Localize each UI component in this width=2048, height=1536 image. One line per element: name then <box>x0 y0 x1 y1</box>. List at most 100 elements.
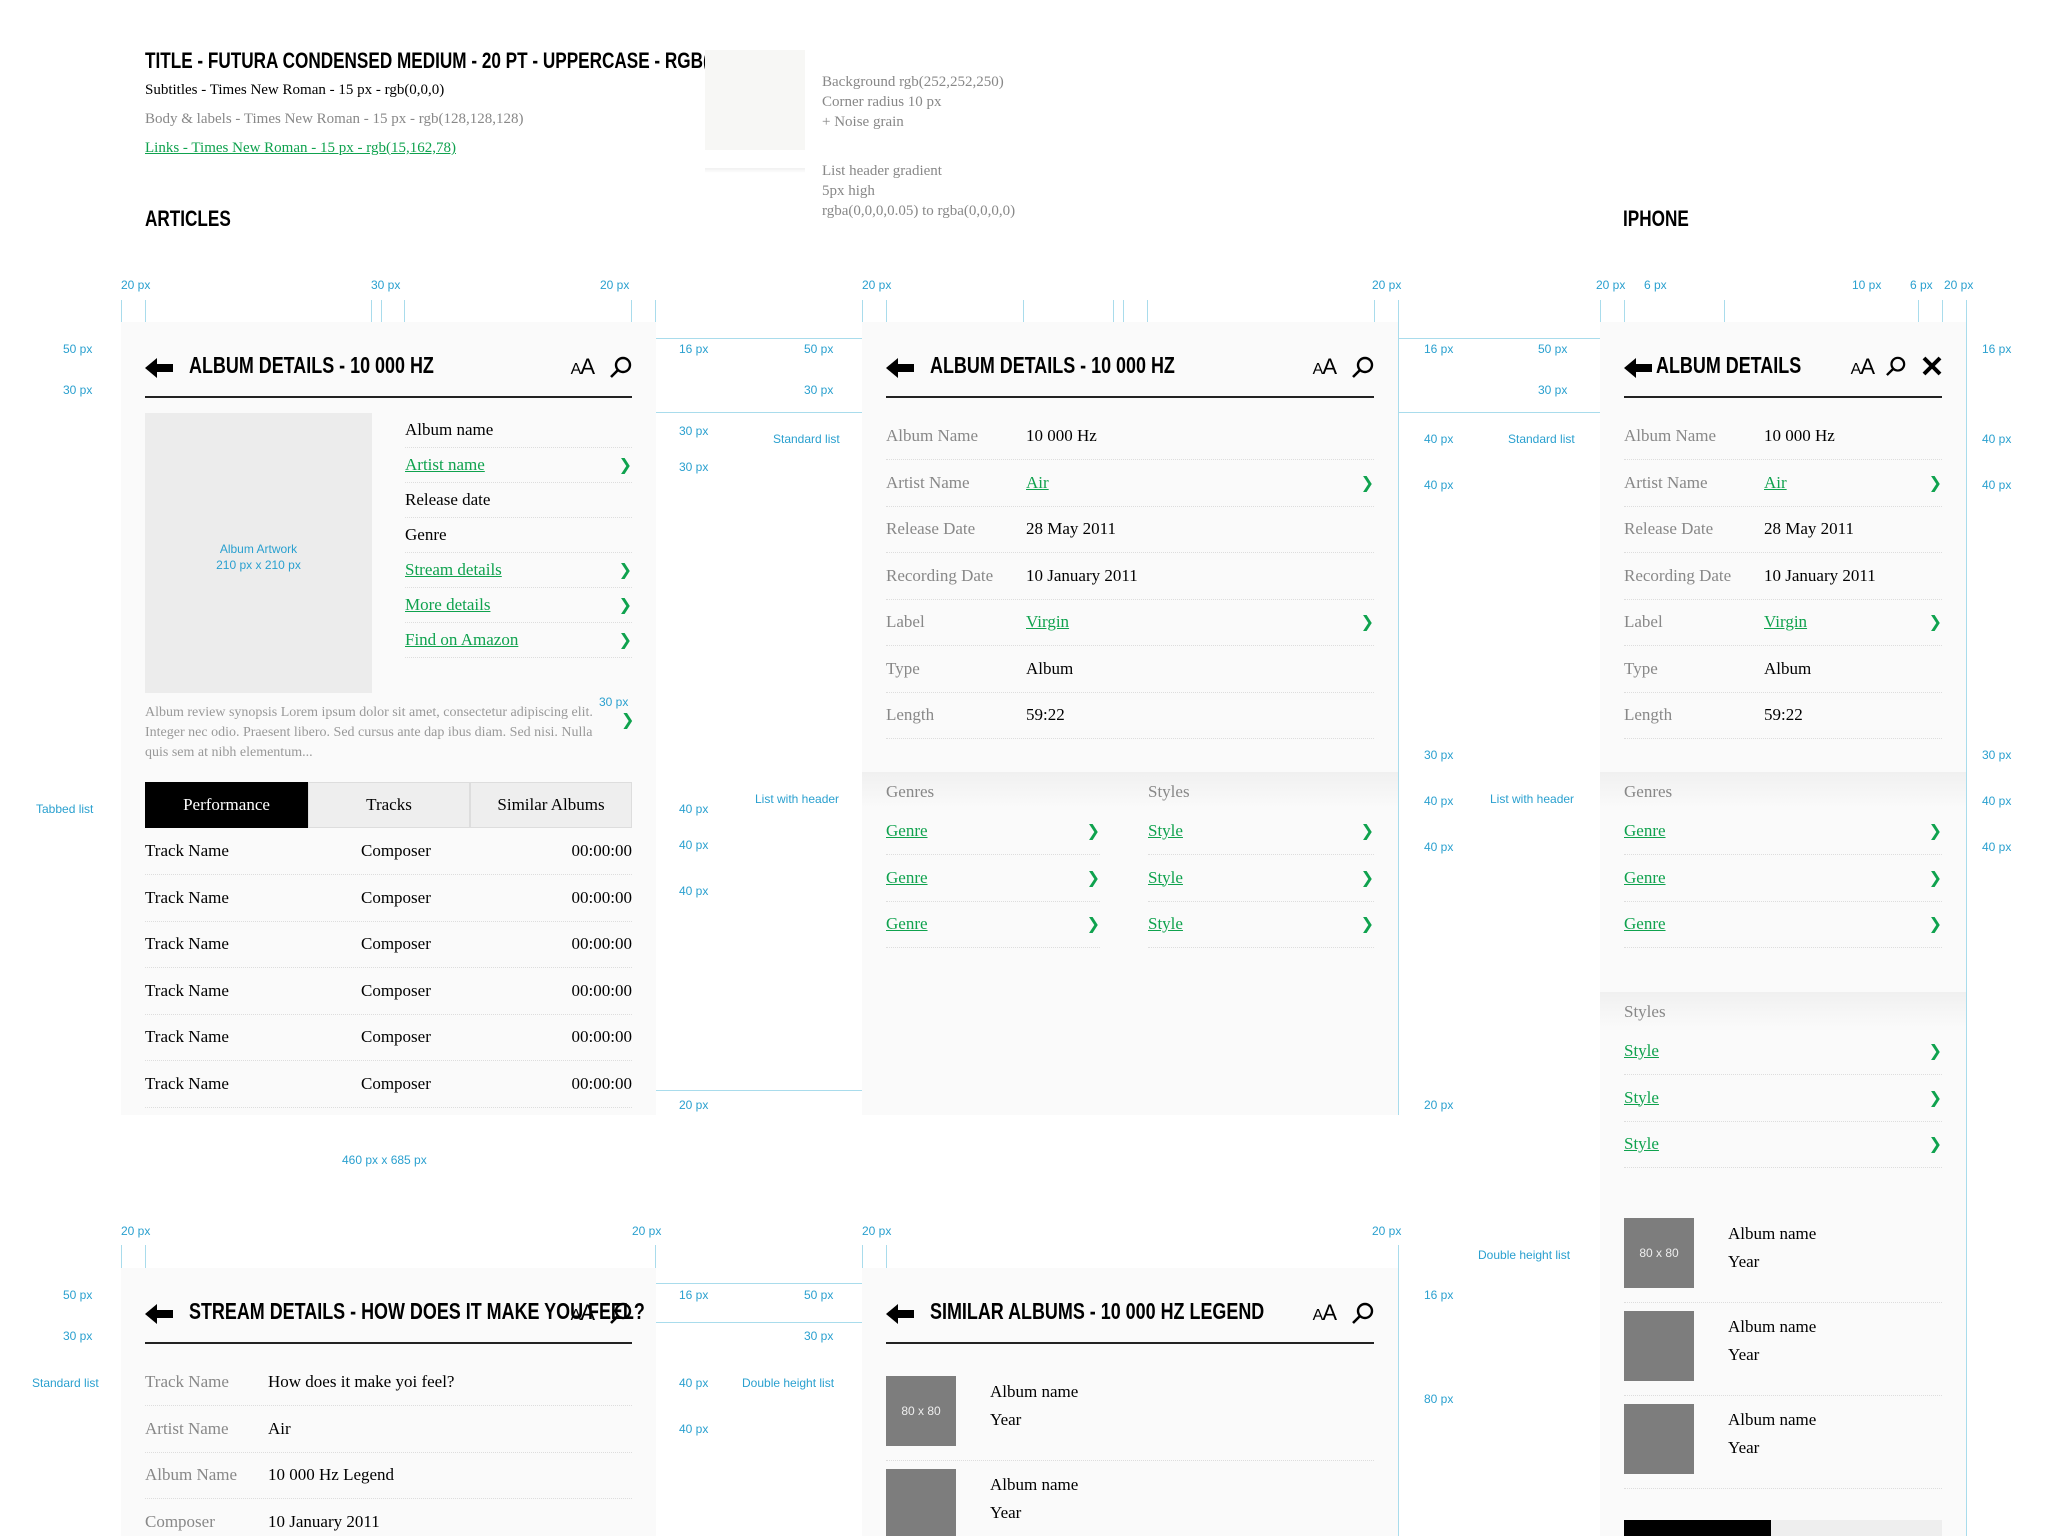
font-size-icon[interactable]: AA <box>571 354 595 380</box>
list-item[interactable]: Style ❯ <box>1624 1075 1942 1122</box>
detail-row[interactable]: Artist Name Air ❯ <box>1624 460 1942 507</box>
list-item-link[interactable]: More details <box>405 595 490 615</box>
detail-row[interactable]: Label Virgin ❯ <box>886 599 1374 646</box>
search-icon[interactable] <box>610 1302 632 1324</box>
list-item-link[interactable]: Stream details <box>405 560 502 580</box>
font-size-icon[interactable]: AA <box>1313 1300 1337 1326</box>
search-icon[interactable] <box>1352 356 1374 378</box>
list-item-link[interactable]: Genre <box>886 821 928 841</box>
list-item[interactable]: Style ❯ <box>1148 808 1374 855</box>
font-size-icon[interactable]: AA <box>571 1300 595 1326</box>
font-size-icon[interactable]: AA <box>1313 354 1337 380</box>
chevron-right-icon[interactable]: ❯ <box>1929 1134 1942 1153</box>
album-year: Year <box>1728 1438 1760 1457</box>
chevron-right-icon[interactable]: ❯ <box>619 560 632 579</box>
detail-row[interactable]: Label Virgin ❯ <box>1624 599 1942 646</box>
track-row[interactable]: Track Name Composer 00:00:00 <box>145 875 632 922</box>
list-item-link[interactable]: Style <box>1148 821 1183 841</box>
chevron-right-icon[interactable]: ❯ <box>619 595 632 614</box>
chevron-right-icon[interactable]: ❯ <box>619 455 632 474</box>
chevron-right-icon[interactable]: ❯ <box>619 630 632 649</box>
list-item[interactable]: More details ❯ <box>405 588 632 623</box>
measure-label: 30 px <box>804 383 834 397</box>
album-artwork: Album Artwork 210 px x 210 px <box>145 413 372 693</box>
list-item[interactable]: Find on Amazon ❯ <box>405 623 632 658</box>
tab-similar-albums[interactable]: Similar Albums <box>470 782 632 828</box>
search-icon[interactable] <box>610 356 632 378</box>
list-item[interactable]: Genre ❯ <box>1624 808 1942 855</box>
measure-label: 40 px <box>1982 478 2012 492</box>
list-item-link[interactable]: Style <box>1148 914 1183 934</box>
chevron-right-icon[interactable]: ❯ <box>1929 868 1942 887</box>
list-item-link[interactable]: Genre <box>1624 914 1666 934</box>
detail-row[interactable]: Artist Name Air ❯ <box>886 460 1374 507</box>
chevron-right-icon[interactable]: ❯ <box>1087 868 1100 887</box>
back-arrow-icon[interactable] <box>886 1304 914 1324</box>
search-icon[interactable] <box>1886 356 1906 376</box>
back-arrow-icon[interactable] <box>145 358 173 378</box>
list-item-link[interactable]: Style <box>1148 868 1183 888</box>
list-item[interactable]: Genre ❯ <box>886 855 1100 902</box>
chevron-right-icon[interactable]: ❯ <box>1361 473 1374 492</box>
spec-link[interactable]: Links - Times New Roman - 15 px - rgb(15… <box>145 140 456 157</box>
album-row[interactable]: 80 x 80 Album name Year <box>1624 1210 1942 1303</box>
tab-performance[interactable]: Performance <box>145 782 308 828</box>
chevron-right-icon[interactable]: ❯ <box>1361 868 1374 887</box>
back-arrow-icon[interactable] <box>886 358 914 378</box>
close-icon[interactable] <box>1922 356 1942 376</box>
list-item: Album name <box>405 413 632 448</box>
track-row[interactable]: Track Name Composer 00:00:00 <box>145 1014 632 1061</box>
list-item[interactable]: Genre ❯ <box>1624 855 1942 902</box>
chevron-right-icon[interactable]: ❯ <box>1361 612 1374 631</box>
list-item-link[interactable]: Style <box>1624 1134 1659 1154</box>
album-row[interactable]: 80 x 80 Album name Year <box>886 1368 1374 1461</box>
album-row[interactable]: Album name Year <box>1624 1396 1942 1489</box>
list-item-link[interactable]: Artist name <box>405 455 485 475</box>
list-item[interactable]: Genre ❯ <box>886 901 1100 948</box>
chevron-right-icon[interactable]: ❯ <box>1929 1041 1942 1060</box>
album-row[interactable]: Album name Year <box>1624 1303 1942 1396</box>
tab-tracks[interactable] <box>1771 1520 1942 1536</box>
chevron-right-icon[interactable]: ❯ <box>621 710 634 729</box>
chevron-right-icon[interactable]: ❯ <box>1929 612 1942 631</box>
font-size-icon[interactable]: AA <box>1851 354 1875 380</box>
list-item-link[interactable]: Genre <box>1624 821 1666 841</box>
list-item[interactable]: Style ❯ <box>1624 1121 1942 1168</box>
list-item[interactable]: Style ❯ <box>1148 901 1374 948</box>
chevron-right-icon[interactable]: ❯ <box>1087 821 1100 840</box>
detail-value[interactable]: Air <box>1764 473 1787 493</box>
list-item-link[interactable]: Style <box>1624 1041 1659 1061</box>
chevron-right-icon[interactable]: ❯ <box>1929 473 1942 492</box>
list-item-link[interactable]: Genre <box>1624 868 1666 888</box>
list-item[interactable]: Stream details ❯ <box>405 553 632 588</box>
list-item[interactable]: Style ❯ <box>1148 855 1374 902</box>
album-row[interactable]: Album name Year <box>886 1461 1374 1536</box>
back-arrow-icon[interactable] <box>145 1304 173 1324</box>
chevron-right-icon[interactable]: ❯ <box>1929 821 1942 840</box>
track-row[interactable]: Track Name Composer 00:00:00 <box>145 1061 632 1108</box>
list-item[interactable]: Artist name ❯ <box>405 448 632 483</box>
tab-performance[interactable] <box>1624 1520 1771 1536</box>
detail-value[interactable]: Air <box>1026 473 1049 493</box>
detail-value[interactable]: Virgin <box>1026 612 1069 632</box>
detail-row: Recording Date 10 January 2011 <box>1624 553 1942 600</box>
track-row[interactable]: Track Name Composer 00:00:00 <box>145 921 632 968</box>
back-arrow-icon[interactable] <box>1624 358 1652 378</box>
detail-value[interactable]: Virgin <box>1764 612 1807 632</box>
list-item-link[interactable]: Style <box>1624 1088 1659 1108</box>
chevron-right-icon[interactable]: ❯ <box>1361 914 1374 933</box>
list-item[interactable]: Genre ❯ <box>1624 901 1942 948</box>
chevron-right-icon[interactable]: ❯ <box>1929 914 1942 933</box>
list-item[interactable]: Style ❯ <box>1624 1028 1942 1075</box>
list-item-link[interactable]: Genre <box>886 868 928 888</box>
search-icon[interactable] <box>1352 1302 1374 1324</box>
list-item[interactable]: Genre ❯ <box>886 808 1100 855</box>
list-item-link[interactable]: Genre <box>886 914 928 934</box>
chevron-right-icon[interactable]: ❯ <box>1087 914 1100 933</box>
track-row[interactable]: Track Name Composer 00:00:00 <box>145 828 632 875</box>
chevron-right-icon[interactable]: ❯ <box>1929 1088 1942 1107</box>
track-row[interactable]: Track Name Composer 00:00:00 <box>145 968 632 1015</box>
list-item-link[interactable]: Find on Amazon <box>405 630 518 650</box>
tab-tracks[interactable]: Tracks <box>308 782 470 828</box>
chevron-right-icon[interactable]: ❯ <box>1361 821 1374 840</box>
